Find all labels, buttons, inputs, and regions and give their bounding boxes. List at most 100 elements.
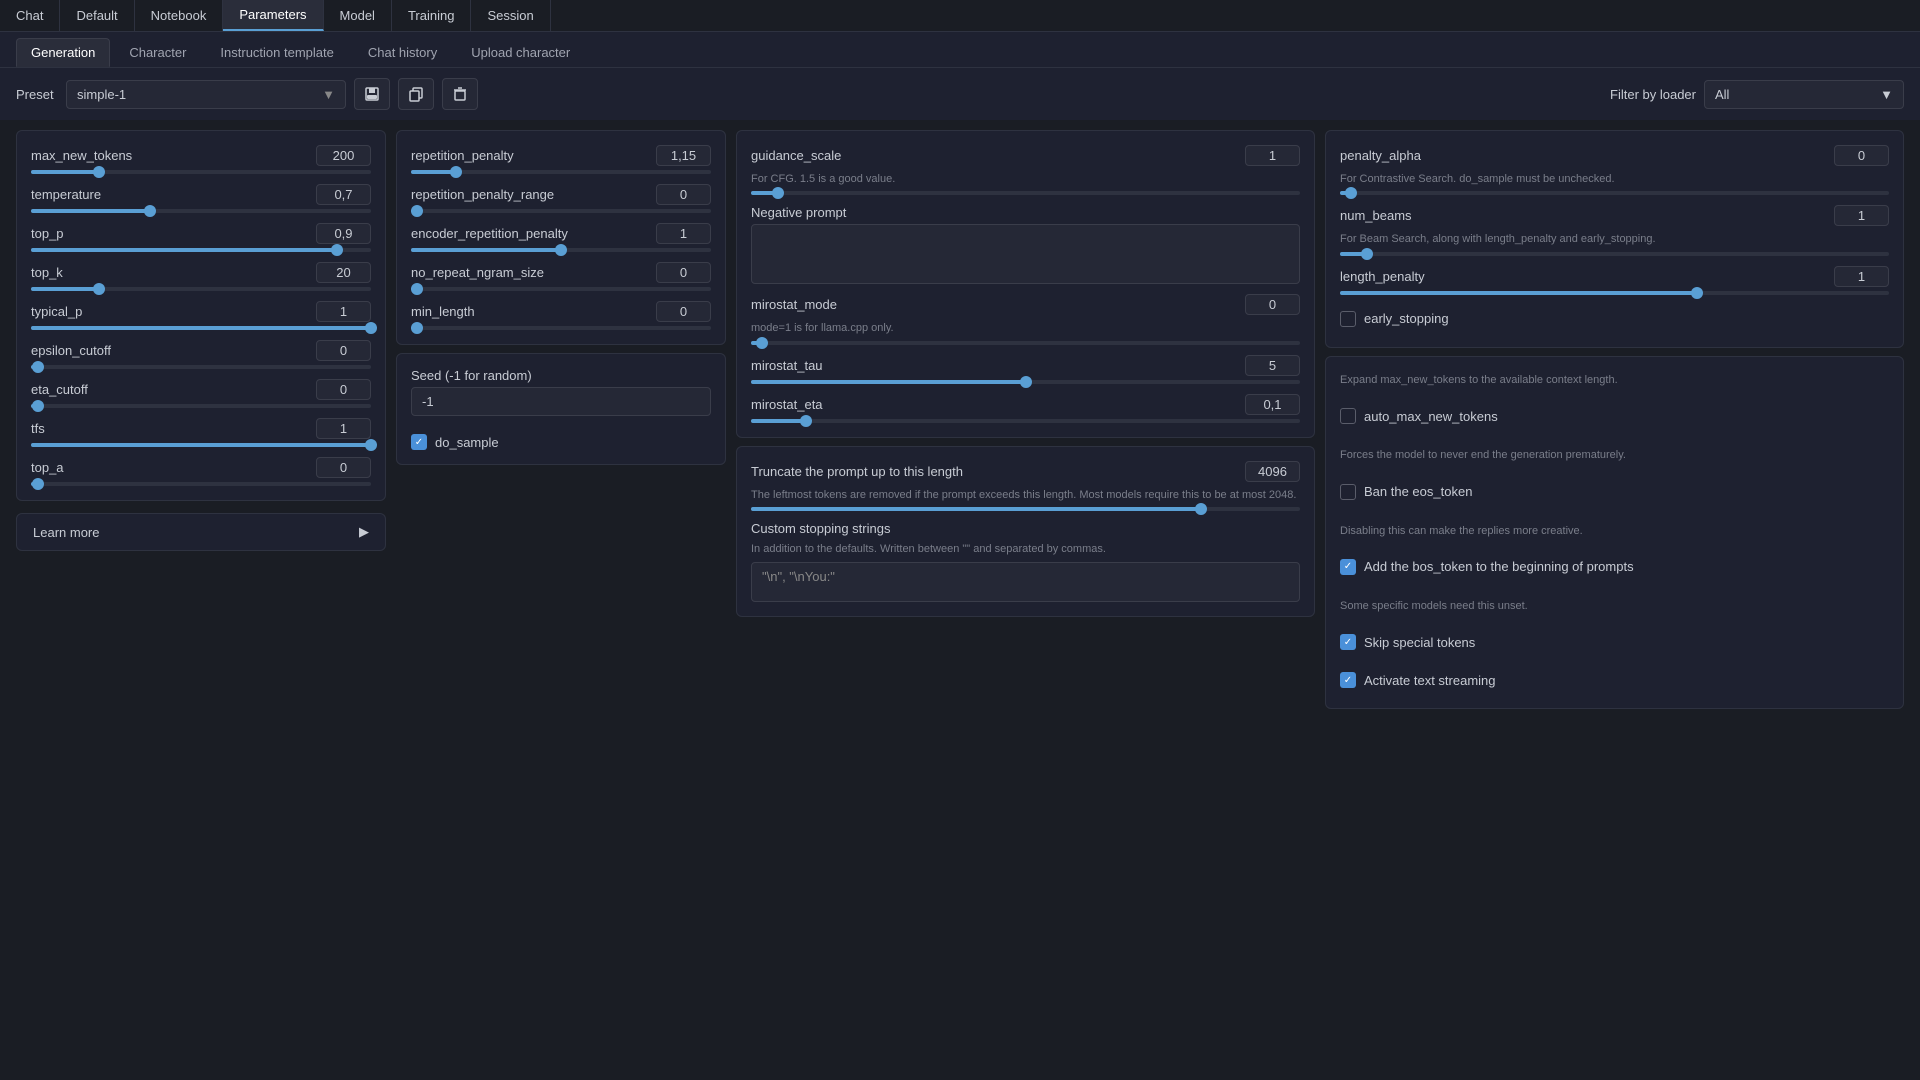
preset-label: Preset bbox=[16, 87, 56, 102]
slider-eta_cutoff[interactable] bbox=[31, 404, 371, 408]
disabling-desc: Disabling this can make the replies more… bbox=[1340, 524, 1889, 539]
param-value-epsilon_cutoff[interactable]: 0 bbox=[316, 340, 371, 361]
preset-select-arrow-icon: ▼ bbox=[322, 87, 335, 102]
skip-special-tokens-checkbox[interactable]: ✓ bbox=[1340, 634, 1356, 650]
param-value-min_length[interactable]: 0 bbox=[656, 301, 711, 322]
mid-panel: repetition_penalty 1,15 repetition_penal… bbox=[396, 130, 726, 709]
mirostat-tau-value[interactable]: 5 bbox=[1245, 355, 1300, 376]
penalty-alpha-value[interactable]: 0 bbox=[1834, 145, 1889, 166]
filter-select[interactable]: All ▼ bbox=[1704, 80, 1904, 109]
left-panel: max_new_tokens 200 temperature 0,7 top_p… bbox=[16, 130, 386, 709]
tab-generation[interactable]: Generation bbox=[16, 38, 110, 67]
param-row-typical_p: typical_p 1 bbox=[31, 301, 371, 330]
auto-max-new-tokens-checkbox[interactable] bbox=[1340, 408, 1356, 424]
length-penalty-value[interactable]: 1 bbox=[1834, 266, 1889, 287]
num-beams-desc: For Beam Search, along with length_penal… bbox=[1340, 232, 1889, 247]
early-stopping-checkbox[interactable] bbox=[1340, 311, 1356, 327]
slider-no_repeat_ngram_size[interactable] bbox=[411, 287, 711, 291]
param-value-top_a[interactable]: 0 bbox=[316, 457, 371, 478]
param-row-top_a: top_a 0 bbox=[31, 457, 371, 486]
do-sample-row: ✓ do_sample bbox=[411, 434, 711, 450]
slider-min_length[interactable] bbox=[411, 326, 711, 330]
guidance-scale-slider[interactable] bbox=[751, 191, 1300, 195]
ban-eos-token-row: Ban the eos_token bbox=[1340, 478, 1889, 506]
param-value-tfs[interactable]: 1 bbox=[316, 418, 371, 439]
param-value-eta_cutoff[interactable]: 0 bbox=[316, 379, 371, 400]
slider-epsilon_cutoff[interactable] bbox=[31, 365, 371, 369]
nav-session[interactable]: Session bbox=[471, 0, 550, 31]
tab-instruction-template[interactable]: Instruction template bbox=[205, 38, 348, 67]
slider-top_a[interactable] bbox=[31, 482, 371, 486]
slider-top_k[interactable] bbox=[31, 287, 371, 291]
slider-repetition_penalty[interactable] bbox=[411, 170, 711, 174]
param-value-no_repeat_ngram_size[interactable]: 0 bbox=[656, 262, 711, 283]
param-value-temperature[interactable]: 0,7 bbox=[316, 184, 371, 205]
nav-default[interactable]: Default bbox=[60, 0, 134, 31]
slider-max_new_tokens[interactable] bbox=[31, 170, 371, 174]
auto-max-new-tokens-label: auto_max_new_tokens bbox=[1364, 409, 1498, 424]
mirostat-mode-desc: mode=1 is for llama.cpp only. bbox=[751, 321, 1300, 336]
num-beams-slider[interactable] bbox=[1340, 252, 1889, 256]
slider-typical_p[interactable] bbox=[31, 326, 371, 330]
mirostat-eta-value[interactable]: 0,1 bbox=[1245, 394, 1300, 415]
mirostat-mode-value[interactable]: 0 bbox=[1245, 294, 1300, 315]
truncate-value[interactable]: 4096 bbox=[1245, 461, 1300, 482]
mirostat-mode-slider[interactable] bbox=[751, 341, 1300, 345]
skip-special-tokens-label: Skip special tokens bbox=[1364, 635, 1475, 650]
param-row-epsilon_cutoff: epsilon_cutoff 0 bbox=[31, 340, 371, 369]
do-sample-checkbox[interactable]: ✓ bbox=[411, 434, 427, 450]
custom-stopping-row: Custom stopping strings In addition to t… bbox=[751, 521, 1300, 601]
top-nav: Chat Default Notebook Parameters Model T… bbox=[0, 0, 1920, 32]
mirostat-eta-slider[interactable] bbox=[751, 419, 1300, 423]
param-value-top_p[interactable]: 0,9 bbox=[316, 223, 371, 244]
mirostat-tau-slider[interactable] bbox=[751, 380, 1300, 384]
truncate-slider[interactable] bbox=[751, 507, 1300, 511]
nav-training[interactable]: Training bbox=[392, 0, 471, 31]
add-bos-token-checkbox[interactable]: ✓ bbox=[1340, 559, 1356, 575]
param-name-typical_p: typical_p bbox=[31, 304, 82, 319]
penalty-alpha-name: penalty_alpha bbox=[1340, 148, 1421, 163]
ban-eos-token-checkbox[interactable] bbox=[1340, 484, 1356, 500]
param-value-encoder_repetition_penalty[interactable]: 1 bbox=[656, 223, 711, 244]
slider-temperature[interactable] bbox=[31, 209, 371, 213]
nav-chat[interactable]: Chat bbox=[0, 0, 60, 31]
tab-chat-history[interactable]: Chat history bbox=[353, 38, 452, 67]
param-value-top_k[interactable]: 20 bbox=[316, 262, 371, 283]
skip-special-tokens-row: ✓ Skip special tokens bbox=[1340, 628, 1889, 656]
nav-notebook[interactable]: Notebook bbox=[135, 0, 224, 31]
tab-upload-character[interactable]: Upload character bbox=[456, 38, 585, 67]
learn-more-bar[interactable]: Learn more ▶ bbox=[16, 513, 386, 551]
activate-text-streaming-checkbox[interactable]: ✓ bbox=[1340, 672, 1356, 688]
guidance-scale-value[interactable]: 1 bbox=[1245, 145, 1300, 166]
length-penalty-slider[interactable] bbox=[1340, 291, 1889, 295]
param-name-min_length: min_length bbox=[411, 304, 475, 319]
nav-model[interactable]: Model bbox=[324, 0, 392, 31]
param-name-max_new_tokens: max_new_tokens bbox=[31, 148, 132, 163]
seed-input[interactable] bbox=[411, 387, 711, 416]
preset-copy-btn[interactable] bbox=[398, 78, 434, 110]
seed-row: Seed (-1 for random) bbox=[411, 368, 711, 416]
preset-delete-btn[interactable] bbox=[442, 78, 478, 110]
slider-tfs[interactable] bbox=[31, 443, 371, 447]
length-penalty-row: length_penalty 1 bbox=[1340, 266, 1889, 295]
param-value-typical_p[interactable]: 1 bbox=[316, 301, 371, 322]
num-beams-name: num_beams bbox=[1340, 208, 1412, 223]
preset-save-btn[interactable] bbox=[354, 78, 390, 110]
stopping-strings-input[interactable]: "\n", "\nYou:" bbox=[751, 562, 1300, 602]
slider-repetition_penalty_range[interactable] bbox=[411, 209, 711, 213]
tab-character[interactable]: Character bbox=[114, 38, 201, 67]
preset-select[interactable]: simple-1 ▼ bbox=[66, 80, 346, 109]
penalty-alpha-slider[interactable] bbox=[1340, 191, 1889, 195]
slider-top_p[interactable] bbox=[31, 248, 371, 252]
param-row-eta_cutoff: eta_cutoff 0 bbox=[31, 379, 371, 408]
negative-prompt-input[interactable] bbox=[751, 224, 1300, 284]
nav-parameters[interactable]: Parameters bbox=[223, 0, 323, 31]
mirostat-eta-row: mirostat_eta 0,1 bbox=[751, 394, 1300, 423]
param-value-max_new_tokens[interactable]: 200 bbox=[316, 145, 371, 166]
mirostat-eta-name: mirostat_eta bbox=[751, 397, 823, 412]
seed-box: Seed (-1 for random) ✓ do_sample bbox=[396, 353, 726, 465]
param-value-repetition_penalty[interactable]: 1,15 bbox=[656, 145, 711, 166]
param-value-repetition_penalty_range[interactable]: 0 bbox=[656, 184, 711, 205]
num-beams-value[interactable]: 1 bbox=[1834, 205, 1889, 226]
slider-encoder_repetition_penalty[interactable] bbox=[411, 248, 711, 252]
